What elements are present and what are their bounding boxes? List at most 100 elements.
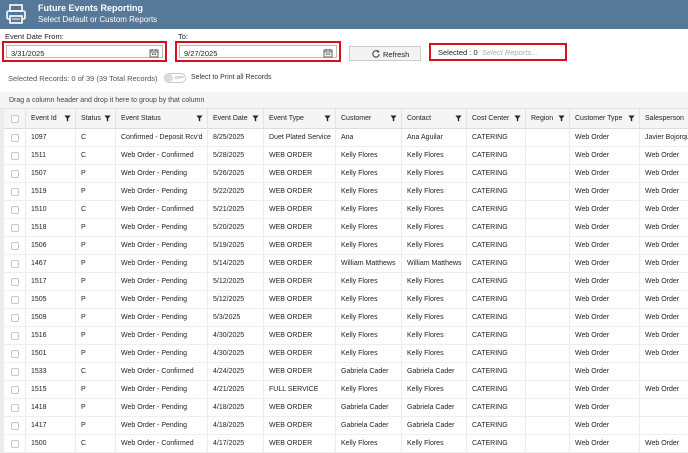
filter-icon[interactable]: [628, 115, 635, 122]
table-row[interactable]: 1515 P Web Order - Pending 4/21/2025 FULL SE…: [0, 381, 688, 399]
column-header-label: Salesperson: [645, 115, 684, 122]
row-checkbox[interactable]: [11, 350, 19, 358]
report-selector[interactable]: Selected : 0 Select Reports...: [429, 43, 567, 61]
column-header-salesperson[interactable]: Salesperson: [640, 109, 688, 129]
row-checkbox[interactable]: [11, 134, 19, 142]
cell-contact: Kelly Flores: [402, 147, 467, 165]
table-row[interactable]: 1505 P Web Order - Pending 5/12/2025 WEB ORD…: [0, 291, 688, 309]
row-checkbox[interactable]: [11, 278, 19, 286]
table-row[interactable]: 1533 C Web Order - Confirmed 4/24/2025 WEB O…: [0, 363, 688, 381]
cell-status: P: [76, 183, 116, 201]
table-row[interactable]: 1509 P Web Order - Pending 5/3/2025 WEB ORDE…: [0, 309, 688, 327]
date-from-value[interactable]: 3/31/2025: [11, 49, 44, 58]
table-row[interactable]: 1519 P Web Order - Pending 5/22/2025 WEB ORD…: [0, 183, 688, 201]
cell-value: 5/12/2025: [213, 296, 245, 303]
row-checkbox[interactable]: [11, 242, 19, 250]
table-row[interactable]: 1097 C Confirmed - Deposit Rcv'd 8/25/2025 D…: [0, 129, 688, 147]
row-checkbox[interactable]: [11, 188, 19, 196]
cell-customer-type: Web Order: [570, 201, 640, 219]
refresh-button[interactable]: Refresh: [349, 46, 421, 61]
table-row[interactable]: 1418 P Web Order - Pending 4/18/2025 WEB ORD…: [0, 399, 688, 417]
column-header-event-date[interactable]: Event Date: [208, 109, 264, 129]
column-header-event-type[interactable]: Event Type: [264, 109, 336, 129]
cell-customer: Kelly Flores: [336, 327, 402, 345]
column-header-cost-center[interactable]: Cost Center: [467, 109, 526, 129]
cell-value: Kelly Flores: [407, 296, 444, 303]
filter-icon[interactable]: [455, 115, 462, 122]
table-row[interactable]: 1417 P Web Order - Pending 4/18/2025 WEB ORD…: [0, 417, 688, 435]
cell-customer: Kelly Flores: [336, 183, 402, 201]
column-header-customer[interactable]: Customer: [336, 109, 402, 129]
print-all-toggle[interactable]: OFF: [164, 73, 186, 83]
filter-icon[interactable]: [252, 115, 259, 122]
cell-value: CATERING: [472, 170, 508, 177]
row-checkbox[interactable]: [11, 332, 19, 340]
cell-value: Web Order - Pending: [121, 350, 188, 357]
row-checkbox[interactable]: [11, 206, 19, 214]
table-row[interactable]: 1517 P Web Order - Pending 5/12/2025 WEB ORD…: [0, 273, 688, 291]
filter-icon[interactable]: [558, 115, 565, 122]
calendar-icon[interactable]: [323, 48, 333, 58]
cell-cost-center: CATERING: [467, 129, 526, 147]
table-row[interactable]: 1467 P Web Order - Pending 5/14/2025 WEB ORD…: [0, 255, 688, 273]
filter-icon[interactable]: [324, 115, 331, 122]
group-by-panel[interactable]: Drag a column header and drop it here to…: [0, 92, 688, 109]
table-row[interactable]: 1510 C Web Order - Confirmed 5/21/2025 WEB O…: [0, 201, 688, 219]
column-header-event-id[interactable]: Event Id: [26, 109, 76, 129]
cell-event-id: 1519: [26, 183, 76, 201]
table-row[interactable]: 1518 P Web Order - Pending 5/20/2025 WEB ORD…: [0, 219, 688, 237]
cell-event-date: 5/19/2025: [208, 237, 264, 255]
filter-icon[interactable]: [64, 115, 71, 122]
table-row[interactable]: 1516 P Web Order - Pending 4/30/2025 WEB ORD…: [0, 327, 688, 345]
row-checkbox[interactable]: [11, 386, 19, 394]
table-row[interactable]: 1511 C Web Order - Confirmed 5/28/2025 WEB O…: [0, 147, 688, 165]
cell-value: Confirmed - Deposit Rcv'd: [121, 134, 203, 141]
filter-icon[interactable]: [196, 115, 203, 122]
row-checkbox[interactable]: [11, 314, 19, 322]
column-header-customer-type[interactable]: Customer Type: [570, 109, 640, 129]
cell-event-type: WEB ORDER: [264, 291, 336, 309]
row-checkbox[interactable]: [11, 368, 19, 376]
cell-event-id: 1516: [26, 327, 76, 345]
column-header-contact[interactable]: Contact: [402, 109, 467, 129]
row-checkbox[interactable]: [11, 224, 19, 232]
row-checkbox[interactable]: [11, 152, 19, 160]
table-row[interactable]: 1507 P Web Order - Pending 5/26/2025 WEB ORD…: [0, 165, 688, 183]
cell-status: P: [76, 273, 116, 291]
cell-value: Web Order: [645, 152, 680, 159]
cell-value: Web Order: [645, 278, 680, 285]
row-checkbox[interactable]: [11, 440, 19, 448]
date-from-field[interactable]: 3/31/2025: [2, 41, 167, 62]
column-header-event-status[interactable]: Event Status: [116, 109, 208, 129]
row-checkbox[interactable]: [11, 404, 19, 412]
filter-icon[interactable]: [514, 115, 521, 122]
cell-value: Web Order: [575, 404, 610, 411]
date-to-value[interactable]: 9/27/2025: [184, 49, 217, 58]
column-header-region[interactable]: Region: [526, 109, 570, 129]
cell-event-status: Web Order - Pending: [116, 219, 208, 237]
cell-value: CATERING: [472, 314, 508, 321]
report-select-input[interactable]: Select Reports...: [482, 48, 537, 57]
selected-count: Selected : 0: [438, 48, 478, 57]
filter-icon[interactable]: [390, 115, 397, 122]
column-header-status[interactable]: Status: [76, 109, 116, 129]
row-checkbox[interactable]: [11, 170, 19, 178]
date-to-field[interactable]: 9/27/2025: [175, 41, 341, 62]
table-row[interactable]: 1501 P Web Order - Pending 4/30/2025 WEB ORD…: [0, 345, 688, 363]
table-row[interactable]: 1500 C Web Order - Confirmed 4/17/2025 WEB O…: [0, 435, 688, 453]
row-checkbox[interactable]: [11, 296, 19, 304]
cell-cost-center: CATERING: [467, 309, 526, 327]
cell-customer: Ana: [336, 129, 402, 147]
cell-value: Web Order - Pending: [121, 404, 188, 411]
cell-value: Kelly Flores: [407, 170, 444, 177]
select-all-checkbox[interactable]: [11, 115, 19, 123]
cell-region: [526, 363, 570, 381]
table-row[interactable]: 1506 P Web Order - Pending 5/19/2025 WEB ORD…: [0, 237, 688, 255]
row-checkbox[interactable]: [11, 422, 19, 430]
cell-value: WEB ORDER: [269, 404, 313, 411]
row-checkbox[interactable]: [11, 260, 19, 268]
cell-customer: Gabriela Cader: [336, 399, 402, 417]
cell-cost-center: CATERING: [467, 363, 526, 381]
filter-icon[interactable]: [104, 115, 111, 122]
calendar-icon[interactable]: [149, 48, 159, 58]
